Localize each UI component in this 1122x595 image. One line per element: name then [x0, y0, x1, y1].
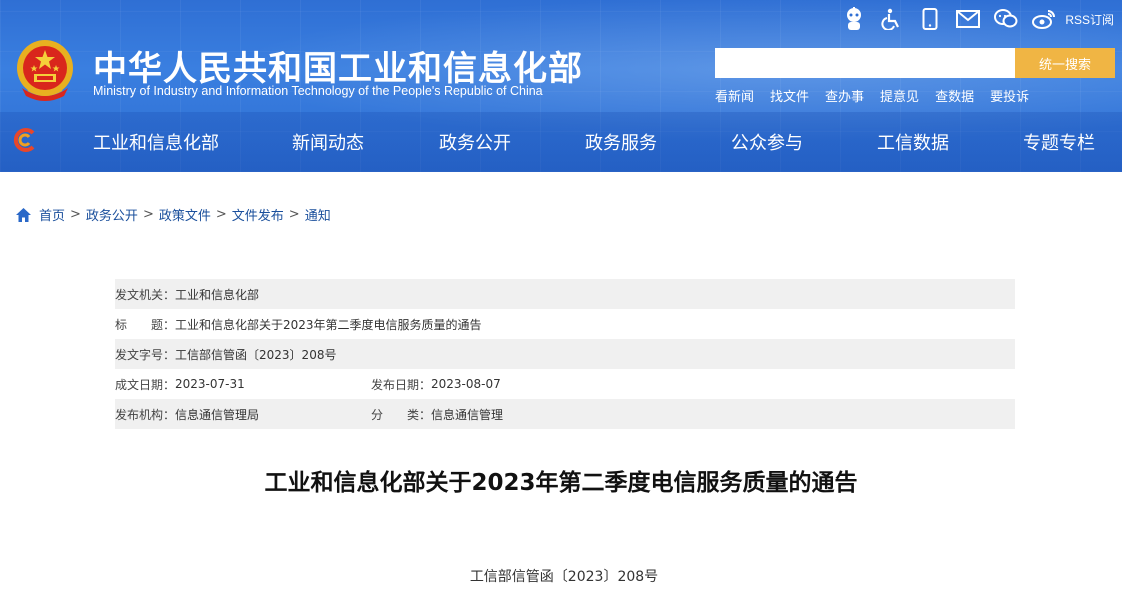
nav-item-news[interactable]: 新闻动态: [292, 129, 364, 155]
site-title: 中华人民共和国工业和信息化部: [93, 49, 583, 89]
quick-link-news[interactable]: 看新闻: [715, 86, 754, 105]
quick-link-files[interactable]: 找文件: [770, 86, 809, 105]
meta-published-cell: 发布日期： 2023-08-07: [371, 376, 501, 393]
weibo-icon[interactable]: [1031, 6, 1057, 32]
meta-doc-no-label: 发文字号：: [115, 347, 176, 362]
search-input[interactable]: [715, 48, 1015, 78]
nav-item-topics[interactable]: 专题专栏: [1023, 129, 1095, 155]
main-nav: 工业和信息化部 新闻动态 政务公开 政务服务 公众参与 工信数据 专题专栏: [0, 112, 1122, 172]
breadcrumb-separator: >: [288, 207, 300, 222]
meta-category-label: 分 类：: [371, 407, 432, 422]
meta-created-cell: 成文日期： 2023-07-31: [115, 376, 371, 393]
nav-item-gov-affairs[interactable]: 政务公开: [439, 129, 511, 155]
breadcrumb-separator: >: [70, 207, 81, 222]
document-title: 工业和信息化部关于2023年第二季度电信服务质量的通告: [264, 470, 858, 496]
meta-org-value: 信息通信管理局: [175, 407, 260, 422]
robot-assistant-icon[interactable]: [841, 6, 867, 32]
meta-issuer-label: 发文机关：: [115, 287, 176, 302]
quick-links: 看新闻 找文件 查办事 提意见 查数据 要投诉: [715, 86, 1045, 105]
nav-item-miit[interactable]: 工业和信息化部: [93, 129, 219, 155]
national-emblem-icon: [17, 40, 73, 101]
meta-org-label: 发布机构：: [115, 407, 176, 422]
meta-issuer-value: 工业和信息化部: [175, 287, 260, 302]
mail-icon[interactable]: [955, 6, 981, 32]
quick-link-services[interactable]: 查办事: [825, 86, 864, 105]
meta-title-value: 工业和信息化部关于2023年第二季度电信服务质量的通告: [175, 317, 482, 332]
meta-published-label: 发布日期：: [371, 377, 432, 392]
meta-created-value: 2023-07-31: [175, 377, 245, 391]
nav-item-gov-services[interactable]: 政务服务: [585, 129, 657, 155]
home-icon[interactable]: [15, 207, 32, 223]
breadcrumb-separator: >: [215, 207, 227, 222]
document-metadata-table: 发文机关： 工业和信息化部 标 题： 工业和信息化部关于2023年第二季度电信服…: [115, 279, 1015, 429]
breadcrumb-file-release[interactable]: 文件发布: [232, 205, 284, 224]
meta-published-value: 2023-08-07: [431, 377, 501, 391]
quick-link-data[interactable]: 查数据: [935, 86, 974, 105]
quick-link-complaint[interactable]: 要投诉: [990, 86, 1029, 105]
meta-category-cell: 分 类： 信息通信管理: [371, 406, 503, 423]
breadcrumb-policy-files[interactable]: 政策文件: [159, 205, 211, 224]
mobile-phone-icon[interactable]: [917, 6, 943, 32]
meta-created-label: 成文日期：: [115, 377, 176, 392]
breadcrumb-gov-affairs[interactable]: 政务公开: [86, 205, 138, 224]
unified-search-button[interactable]: 统一搜索: [1015, 48, 1115, 78]
meta-row-issuer: 发文机关： 工业和信息化部: [115, 279, 1015, 309]
document-number: 工信部信管函〔2023〕208号: [469, 569, 659, 585]
meta-title-label: 标 题：: [115, 317, 176, 332]
top-toolbar: RSS订阅: [829, 6, 1114, 32]
breadcrumb-home[interactable]: 首页: [39, 205, 65, 224]
meta-row-dates: 成文日期： 2023-07-31 发布日期： 2023-08-07: [115, 369, 1015, 399]
wechat-icon[interactable]: [993, 6, 1019, 32]
nav-item-data[interactable]: 工信数据: [877, 129, 949, 155]
meta-doc-no-value: 工信部信管函〔2023〕208号: [175, 347, 337, 362]
meta-row-title: 标 题： 工业和信息化部关于2023年第二季度电信服务质量的通告: [115, 309, 1015, 339]
meta-row-doc-no: 发文字号： 工信部信管函〔2023〕208号: [115, 339, 1015, 369]
rss-subscribe-link[interactable]: RSS订阅: [1065, 11, 1114, 28]
site-subtitle: Ministry of Industry and Information Tec…: [93, 84, 543, 98]
breadcrumb-separator: >: [142, 207, 154, 222]
meta-category-value: 信息通信管理: [431, 407, 504, 422]
accessibility-icon[interactable]: [879, 6, 905, 32]
meta-org-cell: 发布机构： 信息通信管理局: [115, 406, 371, 423]
meta-row-org: 发布机构： 信息通信管理局 分 类： 信息通信管理: [115, 399, 1015, 429]
nav-item-public-participation[interactable]: 公众参与: [731, 129, 803, 155]
breadcrumb: 首页 > 政务公开 > 政策文件 > 文件发布 > 通知: [15, 205, 331, 224]
quick-link-feedback[interactable]: 提意见: [880, 86, 919, 105]
breadcrumb-notice[interactable]: 通知: [305, 205, 331, 224]
